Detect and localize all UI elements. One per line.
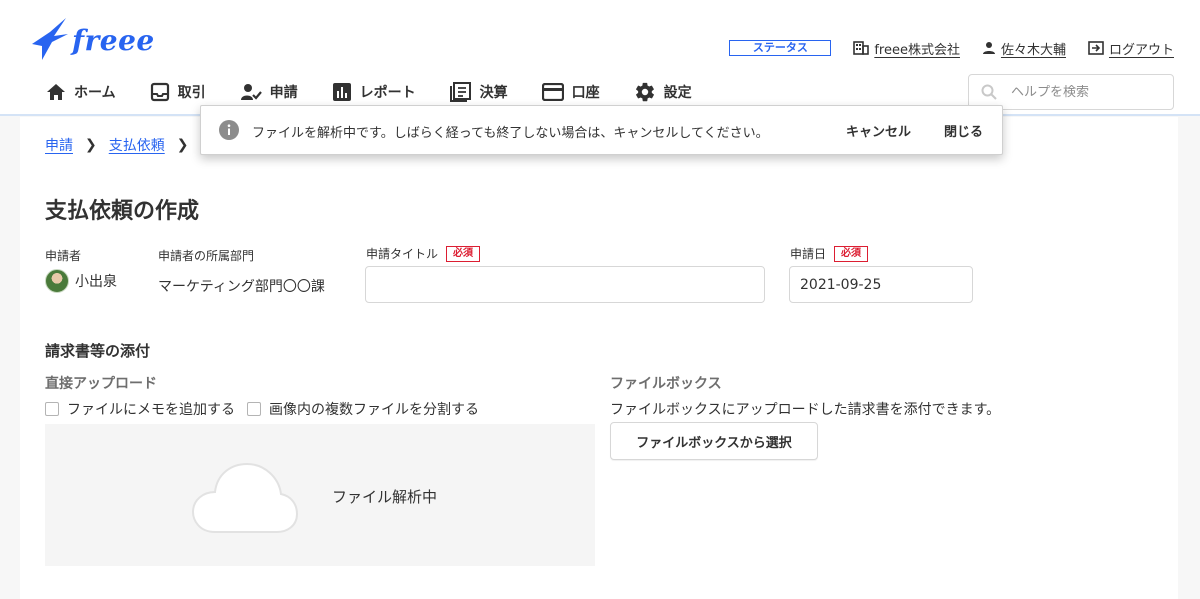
toast-cancel-button[interactable]: キャンセル: [846, 121, 911, 140]
nav-label: 決算: [479, 85, 508, 101]
direct-upload-title: 直接アップロード: [45, 376, 157, 392]
status-button[interactable]: ステータス: [729, 40, 832, 56]
toast-message: ファイルを解析中です。しばらく経っても終了しない場合は、キャンセルしてください。: [252, 126, 769, 141]
nav-transactions[interactable]: 取引: [150, 82, 206, 102]
person-icon: [982, 42, 995, 54]
logo-wordmark: freee: [72, 24, 155, 57]
dept-label: 申請者の所属部門: [158, 247, 254, 264]
upload-dropzone[interactable]: ファイル解析中: [45, 424, 595, 566]
nav-label: 口座: [571, 85, 600, 101]
split-checkbox[interactable]: 画像内の複数ファイルを分割する: [247, 399, 479, 419]
home-icon: [47, 84, 65, 100]
applicant: 小出泉: [45, 269, 117, 293]
attach-section-title: 請求書等の添付: [45, 342, 151, 360]
title-label: 申請タイトル 必須: [366, 245, 481, 262]
toast-close-button[interactable]: 閉じる: [944, 121, 983, 140]
info-icon: [219, 120, 239, 140]
split-option-label: 画像内の複数ファイルを分割する: [269, 402, 479, 418]
nav-label: 申請: [269, 85, 298, 101]
nav-label: 設定: [663, 85, 692, 101]
memo-checkbox[interactable]: ファイルにメモを追加する: [45, 399, 235, 419]
app-header: freee ステータス freee株式会社 佐々木大輔 ログアウト ホーム 取引…: [0, 0, 1200, 116]
upload-options: ファイルにメモを追加する 画像内の複数ファイルを分割する: [45, 399, 479, 419]
request-date-input[interactable]: [789, 266, 973, 303]
breadcrumb-requests[interactable]: 申請: [45, 135, 73, 155]
breadcrumb: 申請 ❯ 支払依頼 ❯: [45, 135, 188, 155]
help-search-input[interactable]: [1011, 84, 1161, 100]
request-title-input[interactable]: [365, 266, 765, 303]
user-name: 佐々木大輔: [1000, 42, 1066, 58]
freee-logo[interactable]: freee: [28, 14, 158, 62]
checkbox[interactable]: [247, 402, 261, 416]
nav-accounts[interactable]: 口座: [541, 82, 600, 102]
nav-home[interactable]: ホーム: [46, 82, 116, 102]
applicant-label: 申請者: [45, 247, 81, 264]
search-icon: [981, 84, 997, 100]
nav-label: レポート: [359, 85, 416, 101]
page-title: 支払依頼の作成: [45, 199, 200, 224]
analysis-toast: ファイルを解析中です。しばらく経っても終了しない場合は、キャンセルしてください。…: [200, 105, 1003, 155]
title-label-text: 申請タイトル: [366, 247, 439, 261]
filebox-description: ファイルボックスにアップロードした請求書を添付できます。: [610, 402, 1001, 418]
bird-logo-icon: [32, 18, 68, 60]
nav-reports[interactable]: レポート: [332, 82, 416, 102]
chevron-right-icon: ❯: [176, 137, 189, 153]
nav-requests[interactable]: 申請: [240, 82, 298, 102]
memo-option-label: ファイルにメモを追加する: [67, 402, 235, 418]
logout-label: ログアウト: [1108, 42, 1174, 58]
required-badge: 必須: [446, 245, 481, 262]
company-name: freee株式会社: [874, 42, 960, 58]
top-links: ステータス freee株式会社 佐々木大輔 ログアウト: [729, 38, 1174, 58]
inbox-icon: [150, 82, 169, 102]
user-link[interactable]: 佐々木大輔: [982, 39, 1066, 58]
dept-value: マーケティング部門〇〇課: [158, 279, 325, 295]
nav-label: ホーム: [74, 85, 116, 101]
breadcrumb-payment-request[interactable]: 支払依頼: [109, 135, 165, 155]
bar-chart-icon: [332, 83, 351, 101]
applicant-name: 小出泉: [75, 274, 117, 290]
nav-closing[interactable]: 決算: [449, 82, 508, 102]
applicant-label-text: 申請者: [45, 249, 82, 263]
required-badge: 必須: [834, 245, 869, 262]
company-link[interactable]: freee株式会社: [853, 39, 960, 58]
user-check-icon: [240, 84, 262, 100]
building-icon: [853, 41, 870, 55]
logout-icon: [1088, 41, 1104, 55]
main-nav: ホーム 取引 申請 レポート 決算 口座 設定: [46, 80, 726, 104]
checkbox[interactable]: [45, 402, 59, 416]
avatar: [45, 269, 69, 293]
nav-label: 取引: [177, 85, 206, 101]
chevron-right-icon: ❯: [85, 137, 97, 153]
nav-settings[interactable]: 設定: [634, 81, 692, 103]
cloud-icon: [191, 462, 299, 533]
book-icon: [449, 82, 471, 102]
date-label-text: 申請日: [790, 247, 827, 261]
gear-icon: [635, 82, 654, 102]
dropzone-status: ファイル解析中: [332, 488, 438, 506]
logout-link[interactable]: ログアウト: [1088, 39, 1174, 58]
select-from-filebox-button[interactable]: ファイルボックスから選択: [610, 422, 818, 460]
filebox-title: ファイルボックス: [610, 376, 722, 392]
date-label: 申請日 必須: [790, 245, 869, 262]
dept-label-text: 申請者の所属部門: [158, 249, 255, 263]
card-icon: [541, 83, 564, 101]
main-content: 申請 ❯ 支払依頼 ❯ 支払依頼の作成 申請者 小出泉 申請者の所属部門 マーケ…: [20, 117, 1178, 599]
